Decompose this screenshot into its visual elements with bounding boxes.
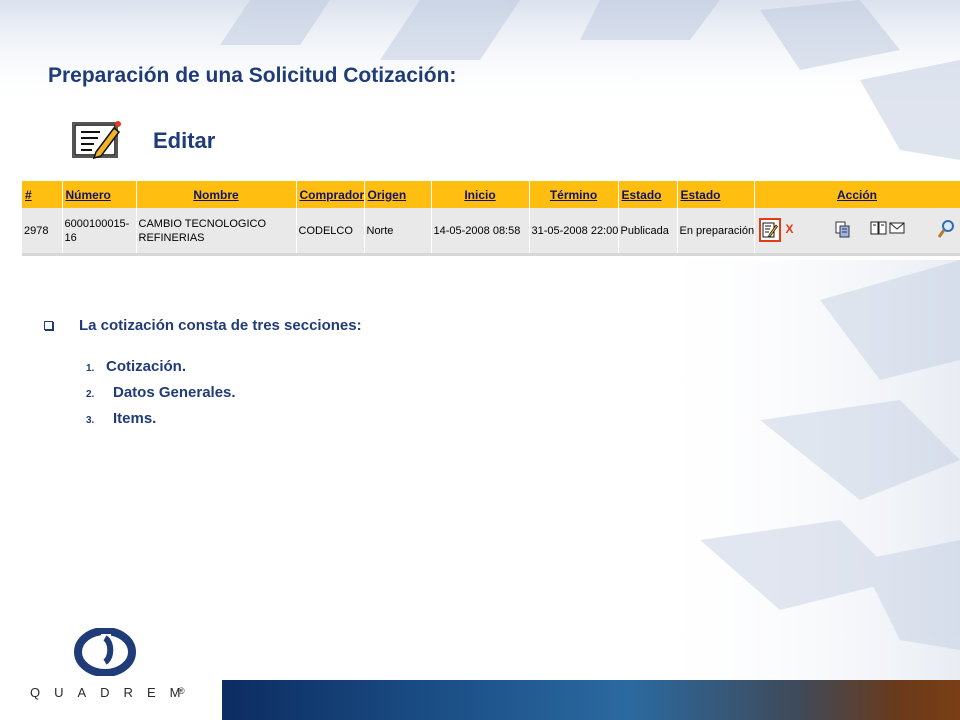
list-marker: 1.: [86, 363, 95, 374]
table-row: 2978 6000100015-16 CAMBIO TECNOLOGICO RE…: [22, 208, 960, 256]
list-item-text: Datos Generales.: [113, 384, 236, 401]
quotations-table: # Número Nombre Comprador Origen Inicio …: [22, 181, 960, 256]
quadrem-logo-icon: [74, 628, 136, 676]
list-marker: 3.: [86, 415, 95, 426]
list-item-text: Cotización.: [106, 358, 187, 375]
header-origen[interactable]: Origen: [364, 181, 432, 208]
header-id[interactable]: #: [22, 181, 63, 208]
list-item-text: Items.: [113, 410, 157, 427]
header-inicio[interactable]: Inicio: [431, 181, 530, 208]
table-header-row: # Número Nombre Comprador Origen Inicio …: [22, 181, 960, 208]
list-marker: 2.: [86, 389, 95, 400]
cell-nombre: CAMBIO TECNOLOGICO REFINERIAS: [136, 208, 297, 256]
bullet-point: La cotización consta de tres secciones:: [44, 317, 362, 334]
bullet-text: La cotización consta de tres secciones:: [79, 317, 362, 334]
header-nombre[interactable]: Nombre: [136, 181, 297, 208]
list-item: 2. Datos Generales.: [86, 384, 236, 410]
mail-envelope-icon[interactable]: [889, 221, 905, 235]
footer-bar: [222, 680, 960, 720]
header-termino[interactable]: Término: [529, 181, 619, 208]
cell-origen: Norte: [364, 208, 432, 256]
magnifier-search-icon[interactable]: [937, 219, 955, 239]
sections-list: 1. Cotización. 2. Datos Generales. 3. It…: [86, 358, 236, 436]
footer-gap: [210, 680, 222, 720]
header-estado[interactable]: Estado: [618, 181, 678, 208]
book-icon[interactable]: [870, 220, 888, 236]
action-icons: X: [757, 208, 958, 252]
copy-document-icon[interactable]: [835, 221, 851, 239]
edit-label: Editar: [153, 128, 216, 153]
cell-numero[interactable]: 6000100015-16: [62, 208, 137, 256]
list-item: 3. Items.: [86, 410, 236, 436]
list-item: 1. Cotización.: [86, 358, 236, 384]
edit-icon: [72, 121, 121, 160]
cell-estado: Publicada: [618, 208, 678, 256]
cell-comprador: CODELCO: [296, 208, 365, 256]
header-estado-2[interactable]: Estado: [677, 181, 755, 208]
header-numero[interactable]: Número: [62, 181, 137, 208]
delete-x-icon[interactable]: X: [785, 222, 795, 236]
header-comprador[interactable]: Comprador: [296, 181, 365, 208]
cell-id: 2978: [22, 208, 63, 256]
cell-termino: 31-05-2008 22:00: [529, 208, 619, 256]
edit-icon: [762, 222, 778, 238]
registered-mark: ®: [178, 686, 185, 696]
slide-title: Preparación de una Solicitud Cotización:: [48, 64, 457, 87]
edit-button[interactable]: [758, 218, 781, 242]
cell-actions: X: [754, 208, 960, 256]
cell-inicio: 14-05-2008 08:58: [431, 208, 530, 256]
cell-estado-2: En preparación: [677, 208, 755, 256]
square-bullet-icon: [44, 321, 53, 330]
header-accion: Acción: [754, 181, 960, 208]
quadrem-logo-text: QUADREM: [30, 685, 195, 700]
